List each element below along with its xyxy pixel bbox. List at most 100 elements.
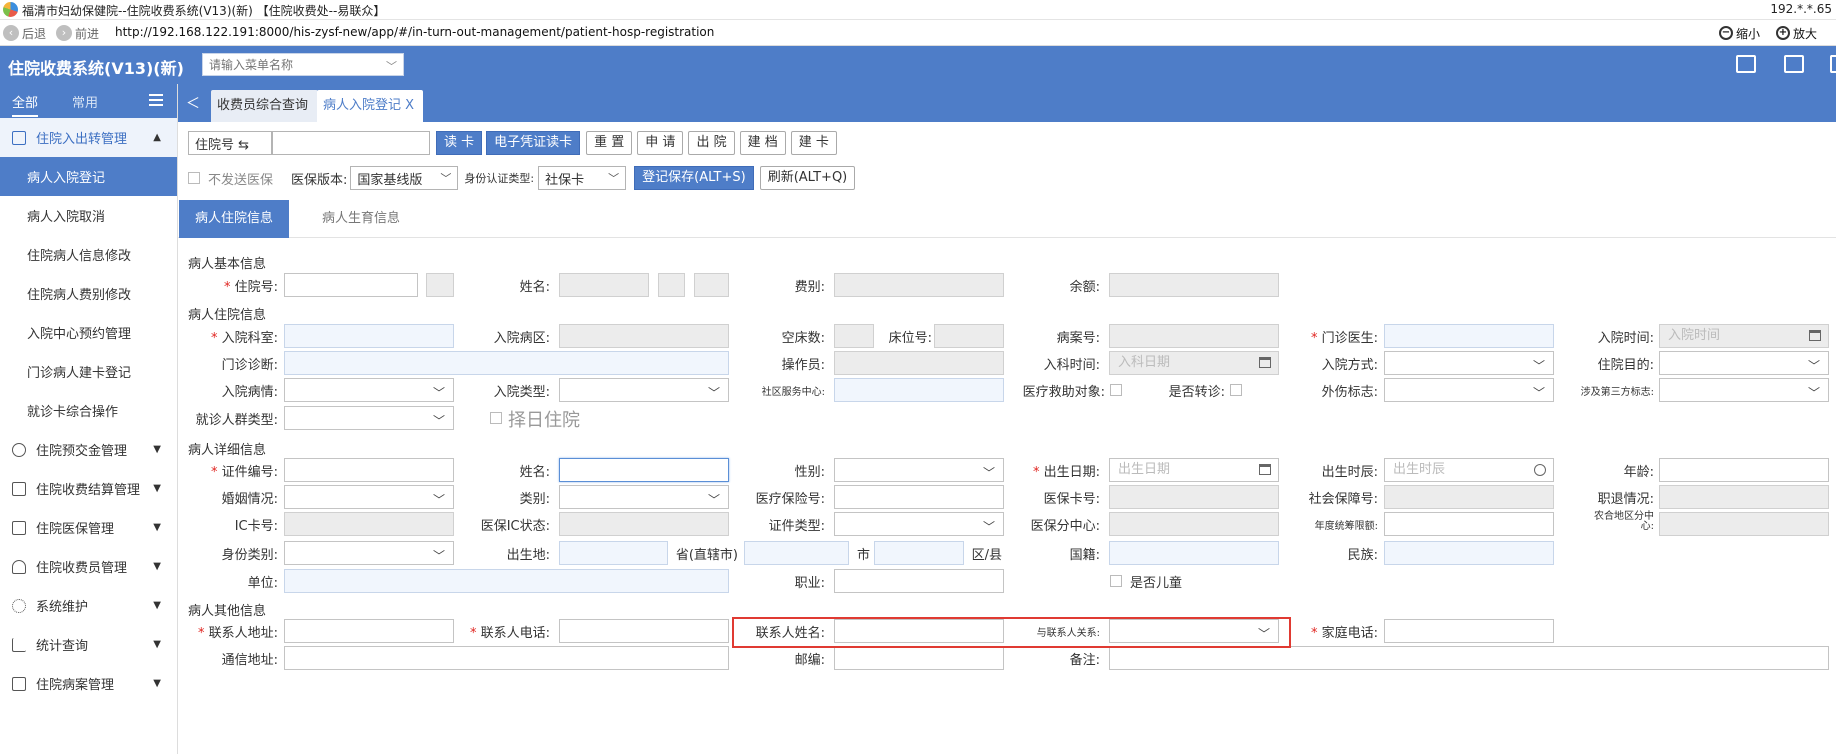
discharge-button[interactable]: 出 院 xyxy=(688,131,735,155)
admit-ward-label: 入院病区: xyxy=(493,331,550,346)
remark-field[interactable] xyxy=(1109,646,1829,670)
zoom-out-button[interactable]: − 缩小 xyxy=(1719,24,1760,42)
dept-time-field[interactable]: 入科日期 xyxy=(1109,351,1279,375)
employer-field[interactable] xyxy=(284,569,729,593)
id-no-field[interactable] xyxy=(284,458,454,482)
admit-time-field[interactable]: 入院时间 xyxy=(1659,324,1829,348)
cert-type-select[interactable]: ﹀ xyxy=(834,512,1004,536)
insurance-version-select[interactable]: 国家基线版 ﹀ xyxy=(350,166,459,190)
contact-phone-field[interactable] xyxy=(559,619,729,643)
reset-button[interactable]: 重 置 xyxy=(586,131,633,155)
category-select[interactable]: ﹀ xyxy=(559,485,729,509)
nav-item-reservation[interactable]: 入院中心预约管理 xyxy=(0,313,177,352)
read-card-button[interactable]: 读 卡 xyxy=(436,131,483,155)
back-arrow-icon: ‹ xyxy=(3,25,19,41)
ethnicity-label: 民族: xyxy=(1347,548,1378,563)
nav-item-admission-register[interactable]: 病人入院登记 xyxy=(0,157,177,196)
chevron-left-icon[interactable]: ＜ xyxy=(186,93,200,113)
marital-select[interactable]: ﹀ xyxy=(284,485,454,509)
postcode-field[interactable] xyxy=(834,646,1004,670)
nav-group-system[interactable]: 系统维护 ▼ xyxy=(0,586,177,625)
province-field[interactable] xyxy=(744,541,849,565)
home-phone-field[interactable] xyxy=(1384,619,1554,643)
tab-admission-register[interactable]: 病人入院登记 X xyxy=(317,90,423,122)
nav-group-insurance[interactable]: 住院医保管理 ▼ xyxy=(0,508,177,547)
gender-select[interactable]: ﹀ xyxy=(834,458,1004,482)
ins-no-field[interactable] xyxy=(834,485,1004,509)
nav-item-patient-info-edit[interactable]: 住院病人信息修改 xyxy=(0,235,177,274)
menu-search[interactable]: ﹀ xyxy=(202,53,404,76)
id-category-select[interactable]: ﹀ xyxy=(284,541,454,565)
nationality-field[interactable] xyxy=(1109,541,1279,565)
annual-limit-field[interactable] xyxy=(1384,512,1554,536)
aid-target-checkbox[interactable] xyxy=(1110,384,1122,396)
admit-dept-field[interactable] xyxy=(284,324,454,348)
annual-limit-label: 年度统筹限额: xyxy=(1314,521,1378,532)
mail-addr-field[interactable] xyxy=(284,646,729,670)
community-center-field[interactable] xyxy=(834,378,1004,402)
hosp-no-input[interactable] xyxy=(272,131,430,155)
notice-icon[interactable] xyxy=(1736,55,1756,73)
admit-way-select[interactable]: ﹀ xyxy=(1384,351,1554,375)
id-auth-select[interactable]: 社保卡 ﹀ xyxy=(538,166,627,190)
hosp-no-field[interactable] xyxy=(284,273,418,297)
nav-item-admission-cancel[interactable]: 病人入院取消 xyxy=(0,196,177,235)
back-button[interactable]: ‹ 后退 xyxy=(3,24,46,42)
occupation-field[interactable] xyxy=(834,569,1004,593)
no-send-insurance-checkbox[interactable] xyxy=(188,172,200,184)
nav-group-statistics[interactable]: 统计查询 ▼ xyxy=(0,625,177,664)
aid-target-label: 医疗救助对象: xyxy=(1022,385,1105,400)
nav-group-settlement[interactable]: 住院收费结算管理 ▼ xyxy=(0,469,177,508)
export-icon[interactable] xyxy=(1784,55,1804,73)
nav-item-card-ops[interactable]: 就诊卡综合操作 xyxy=(0,391,177,430)
sidebar-tab-common[interactable]: 常用 xyxy=(72,92,98,111)
op-doctor-field[interactable] xyxy=(1384,324,1554,348)
is-child-checkbox[interactable] xyxy=(1110,575,1122,587)
url-field[interactable]: http://192.168.122.191:8000/his-zysf-new… xyxy=(115,25,714,39)
age-field[interactable] xyxy=(1659,458,1829,482)
third-party-select[interactable]: ﹀ xyxy=(1659,378,1829,402)
name2-field[interactable] xyxy=(559,458,729,482)
op-diag-field[interactable] xyxy=(284,351,729,375)
menu-toggle-icon[interactable] xyxy=(149,94,163,106)
sidebar-tab-all[interactable]: 全部 xyxy=(12,92,39,117)
save-button[interactable]: 登记保存(ALT+S) xyxy=(634,166,754,190)
admit-cond-select[interactable]: ﹀ xyxy=(284,378,454,402)
nav-group-cashier[interactable]: 住院收费员管理 ▼ xyxy=(0,547,177,586)
nav-group-records[interactable]: 住院病案管理 ▼ xyxy=(0,664,177,703)
forward-button[interactable]: › 前进 xyxy=(56,24,99,42)
tab-cashier-query[interactable]: 收费员综合查询 xyxy=(211,90,318,122)
chevron-down-icon: ﹀ xyxy=(982,466,995,480)
window-titlebar: 福清市妇幼保健院--住院收费系统(V13)(新) 【住院收费处--易联众】 19… xyxy=(0,0,1836,20)
nav-group-admission[interactable]: 住院入出转管理 ▲ xyxy=(0,118,177,157)
tab-close-icon[interactable]: X xyxy=(405,98,414,113)
city-field[interactable] xyxy=(874,541,964,565)
hosp-purpose-select[interactable]: ﹀ xyxy=(1659,351,1829,375)
archive-button[interactable]: 建 档 xyxy=(739,131,786,155)
tab-birth-info[interactable]: 病人生育信息 xyxy=(306,200,416,238)
sidebar-tabs: 全部 常用 xyxy=(0,84,177,118)
menu-search-input[interactable] xyxy=(203,54,378,75)
apply-button[interactable]: 申 请 xyxy=(637,131,684,155)
nav-group-deposit[interactable]: 住院预交金管理 ▼ xyxy=(0,430,177,469)
more-icon[interactable] xyxy=(1830,55,1836,73)
province-label: 省(直辖市) xyxy=(675,548,738,563)
is-transfer-checkbox[interactable] xyxy=(1230,384,1242,396)
nav-item-fee-type-edit[interactable]: 住院病人费别修改 xyxy=(0,274,177,313)
crowd-type-select[interactable]: ﹀ xyxy=(284,406,454,430)
ethnicity-field[interactable] xyxy=(1384,541,1554,565)
zoom-in-button[interactable]: + 放大 xyxy=(1776,24,1817,42)
refresh-button[interactable]: 刷新(ALT+Q) xyxy=(759,166,856,190)
create-card-button[interactable]: 建 卡 xyxy=(790,131,837,155)
nav-item-outpatient-card[interactable]: 门诊病人建卡登记 xyxy=(0,352,177,391)
contact-addr-field[interactable] xyxy=(284,619,454,643)
hosp-no-type-select[interactable]: 住院号 ⇆ xyxy=(188,131,272,155)
birthplace-field[interactable] xyxy=(559,541,668,565)
select-day-checkbox[interactable] xyxy=(490,412,502,424)
birth-hour-field[interactable]: 出生时辰 xyxy=(1384,458,1554,482)
admit-type-select[interactable]: ﹀ xyxy=(559,378,729,402)
injury-flag-select[interactable]: ﹀ xyxy=(1384,378,1554,402)
e-voucher-button[interactable]: 电子凭证读卡 xyxy=(486,131,581,155)
birth-date-field[interactable]: 出生日期 xyxy=(1109,458,1279,482)
tab-hosp-info[interactable]: 病人住院信息 xyxy=(179,200,290,238)
